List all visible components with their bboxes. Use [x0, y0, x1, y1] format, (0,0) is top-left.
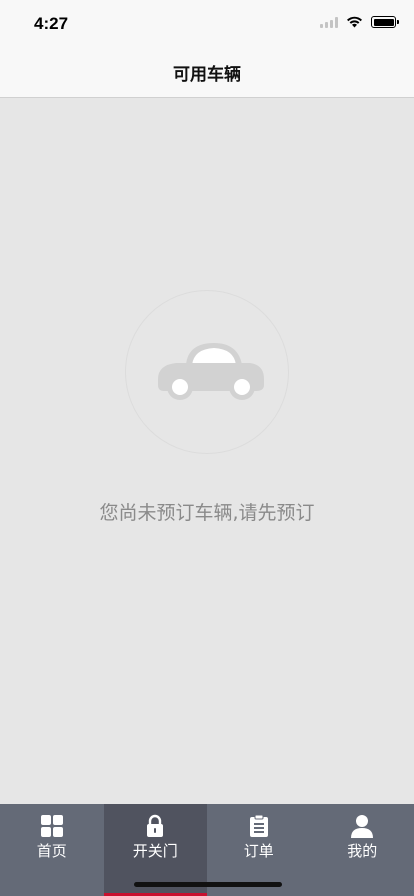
tab-profile[interactable]: 我的	[311, 804, 414, 896]
status-bar: 4:27	[0, 0, 414, 48]
status-icons	[320, 16, 399, 28]
lock-icon	[147, 814, 164, 837]
tab-bar: 首页 开关门 订单 我的	[0, 804, 414, 896]
car-icon	[158, 343, 264, 400]
tab-home[interactable]: 首页	[0, 804, 104, 896]
navigation-bar: 可用车辆	[0, 48, 414, 98]
app-screen: 4:27 可用车辆 您尚未预订车辆,请先预订 首页 开关门 订单 我的	[0, 0, 414, 896]
wifi-icon	[347, 16, 362, 28]
clipboard-icon	[249, 814, 268, 837]
tab-home-label: 首页	[36, 842, 67, 860]
tab-door-control-label: 开关门	[132, 842, 178, 860]
status-time: 4:27	[34, 14, 69, 33]
empty-state-illustration	[125, 290, 289, 454]
battery-icon	[371, 16, 399, 28]
empty-state-message: 您尚未预订车辆,请先预订	[99, 502, 315, 524]
tab-profile-label: 我的	[347, 842, 378, 860]
tab-orders-label: 订单	[243, 842, 274, 860]
grid-icon	[40, 815, 63, 837]
person-icon	[351, 815, 374, 838]
signal-icon	[320, 16, 338, 28]
home-indicator	[134, 882, 282, 887]
page-title: 可用车辆	[173, 65, 241, 85]
empty-state: 您尚未预订车辆,请先预订	[0, 98, 414, 804]
